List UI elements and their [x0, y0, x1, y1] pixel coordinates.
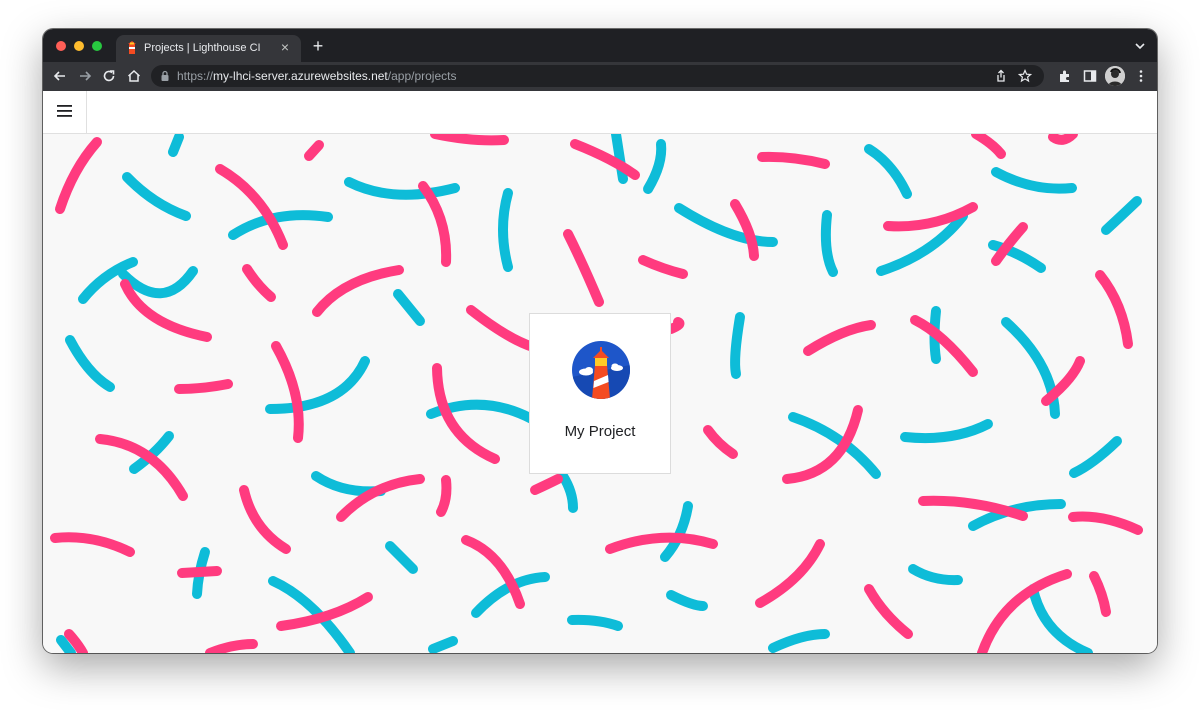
- app-header: [43, 91, 1157, 134]
- home-icon[interactable]: [126, 68, 142, 84]
- project-name: My Project: [564, 423, 636, 440]
- extensions-icon[interactable]: [1057, 68, 1073, 84]
- lock-icon[interactable]: [159, 70, 171, 82]
- profile-avatar[interactable]: [1105, 66, 1125, 86]
- minimize-window-button[interactable]: [74, 41, 84, 51]
- reload-icon[interactable]: [101, 68, 117, 84]
- profile-avatar-icon: [1105, 66, 1125, 86]
- close-window-button[interactable]: [56, 41, 66, 51]
- address-bar[interactable]: https://my-lhci-server.azurewebsites.net…: [151, 65, 1044, 87]
- tab-strip: Projects | Lighthouse CI × +: [43, 29, 1157, 62]
- share-icon[interactable]: [994, 69, 1008, 83]
- forward-icon[interactable]: [77, 68, 93, 84]
- new-tab-button[interactable]: +: [309, 37, 327, 55]
- side-panel-icon[interactable]: [1082, 68, 1098, 84]
- url-host: my-lhci-server.azurewebsites.net: [213, 69, 388, 83]
- menu-button[interactable]: [43, 91, 87, 133]
- url-scheme: https://: [177, 69, 214, 83]
- projects-page: My Project: [43, 134, 1157, 653]
- browser-toolbar: https://my-lhci-server.azurewebsites.net…: [43, 62, 1157, 91]
- lighthouse-icon: [128, 41, 136, 54]
- more-menu-icon[interactable]: [1133, 68, 1149, 84]
- browser-tab-projects[interactable]: Projects | Lighthouse CI ×: [116, 35, 301, 62]
- tab-title: Projects | Lighthouse CI: [144, 42, 261, 54]
- project-card[interactable]: My Project: [529, 313, 671, 474]
- bookmark-star-icon[interactable]: [1018, 69, 1032, 83]
- browser-window: Projects | Lighthouse CI × + https://my-…: [43, 29, 1157, 653]
- url-text: https://my-lhci-server.azurewebsites.net…: [177, 69, 456, 83]
- close-tab-icon[interactable]: ×: [277, 39, 293, 57]
- lighthouse-logo-icon: [572, 341, 630, 399]
- tab-search-icon[interactable]: [1133, 39, 1147, 53]
- maximize-window-button[interactable]: [92, 41, 102, 51]
- hamburger-menu-icon: [57, 105, 72, 117]
- back-icon[interactable]: [52, 68, 68, 84]
- url-path: /app/projects: [387, 69, 457, 83]
